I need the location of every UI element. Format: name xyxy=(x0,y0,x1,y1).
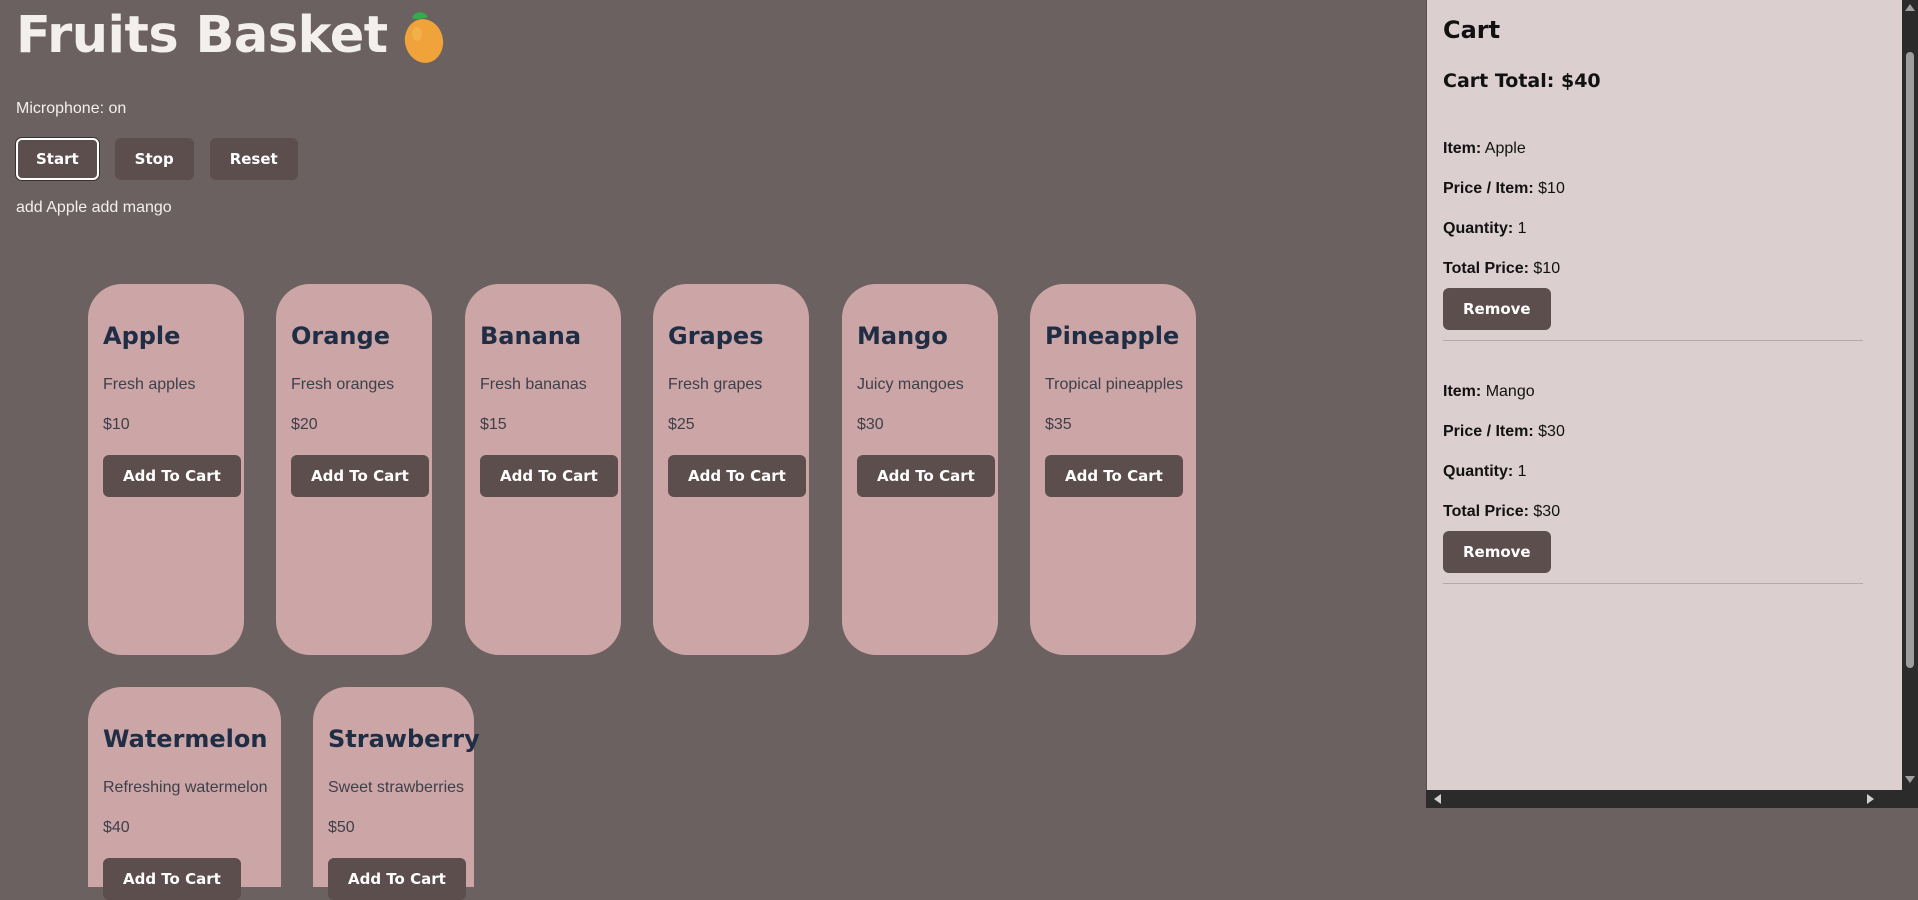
product-name: Orange xyxy=(291,322,390,350)
cart-item: Item: Mango Price / Item: $30 Quantity: … xyxy=(1443,383,1863,584)
product-card-pineapple: Pineapple Tropical pineapples $35 Add To… xyxy=(1030,284,1196,655)
vertical-scrollbar[interactable] xyxy=(1902,0,1918,808)
mango-icon xyxy=(400,8,446,64)
scroll-thumb[interactable] xyxy=(1906,52,1914,668)
product-name: Strawberry xyxy=(328,725,480,753)
product-name: Mango xyxy=(857,322,948,350)
cart-total-label: Cart Total: xyxy=(1443,70,1555,92)
microphone-status: Microphone: on xyxy=(16,100,127,117)
product-card-banana: Banana Fresh bananas $15 Add To Cart xyxy=(465,284,621,655)
product-price: $15 xyxy=(480,416,507,433)
cart-title: Cart xyxy=(1443,16,1501,44)
app-title: Fruits Basket xyxy=(16,6,446,65)
speech-transcript: add Apple add mango xyxy=(16,199,172,216)
product-card-strawberry: Strawberry Sweet strawberries $50 Add To… xyxy=(313,687,480,900)
cart-item-quantity: Quantity: 1 xyxy=(1443,220,1527,237)
product-card-grapes: Grapes Fresh grapes $25 Add To Cart xyxy=(653,284,809,655)
cart-item-total: Total Price: $10 xyxy=(1443,260,1561,277)
product-description: Sweet strawberries xyxy=(328,779,465,796)
product-price: $40 xyxy=(103,819,130,836)
product-card-apple: Apple Fresh apples $10 Add To Cart xyxy=(88,284,244,655)
product-price: $20 xyxy=(291,416,318,433)
cart-item-price: Price / Item: $30 xyxy=(1443,423,1565,440)
remove-button[interactable]: Remove xyxy=(1443,288,1551,330)
product-card-watermelon: Watermelon Refreshing watermelon $40 Add… xyxy=(88,687,281,900)
product-price: $30 xyxy=(857,416,884,433)
scroll-right-icon[interactable] xyxy=(1867,794,1874,804)
cart-panel: Cart Cart Total: $40 Item: Apple Price /… xyxy=(1426,0,1902,808)
add-to-cart-button[interactable]: Add To Cart xyxy=(480,455,618,497)
product-price: $35 xyxy=(1045,416,1072,433)
start-button[interactable]: Start xyxy=(16,138,99,180)
scroll-left-icon[interactable] xyxy=(1434,794,1441,804)
reset-button[interactable]: Reset xyxy=(209,138,298,180)
cart-item-name: Item: Mango xyxy=(1443,383,1535,400)
voice-controls: Start Stop Reset xyxy=(16,138,298,180)
add-to-cart-button[interactable]: Add To Cart xyxy=(291,455,429,497)
scroll-down-icon[interactable] xyxy=(1905,776,1915,783)
product-description: Juicy mangoes xyxy=(857,376,964,393)
add-to-cart-button[interactable]: Add To Cart xyxy=(103,455,241,497)
remove-button[interactable]: Remove xyxy=(1443,531,1551,573)
product-description: Fresh bananas xyxy=(480,376,587,393)
product-card-orange: Orange Fresh oranges $20 Add To Cart xyxy=(276,284,432,655)
product-name: Banana xyxy=(480,322,582,350)
product-card-mango: Mango Juicy mangoes $30 Add To Cart xyxy=(842,284,998,655)
cart-total-value: $40 xyxy=(1560,70,1601,92)
scroll-up-icon[interactable] xyxy=(1905,4,1915,11)
product-name: Grapes xyxy=(668,322,764,350)
horizontal-scrollbar[interactable] xyxy=(1426,790,1918,808)
product-name: Watermelon xyxy=(103,725,268,753)
product-name: Apple xyxy=(103,322,181,350)
cart-item-price: Price / Item: $10 xyxy=(1443,180,1565,197)
cart-item-name: Item: Apple xyxy=(1443,140,1526,157)
product-price: $10 xyxy=(103,416,130,433)
product-description: Fresh oranges xyxy=(291,376,395,393)
product-description: Refreshing watermelon xyxy=(103,779,268,796)
product-description: Fresh grapes xyxy=(668,376,763,393)
add-to-cart-button[interactable]: Add To Cart xyxy=(668,455,806,497)
stop-button[interactable]: Stop xyxy=(114,138,194,180)
product-price: $25 xyxy=(668,416,695,433)
cart-item-total: Total Price: $30 xyxy=(1443,503,1561,520)
product-name: Pineapple xyxy=(1045,322,1180,350)
add-to-cart-button[interactable]: Add To Cart xyxy=(857,455,995,497)
product-price: $50 xyxy=(328,819,355,836)
cart-total: Cart Total: $40 xyxy=(1443,70,1601,92)
add-to-cart-button[interactable]: Add To Cart xyxy=(328,858,466,900)
add-to-cart-button[interactable]: Add To Cart xyxy=(103,858,241,900)
cart-item-quantity: Quantity: 1 xyxy=(1443,463,1527,480)
cart-item: Item: Apple Price / Item: $10 Quantity: … xyxy=(1443,140,1863,341)
add-to-cart-button[interactable]: Add To Cart xyxy=(1045,455,1183,497)
app-title-text: Fruits Basket xyxy=(16,6,388,65)
product-description: Tropical pineapples xyxy=(1045,376,1184,393)
product-description: Fresh apples xyxy=(103,376,196,393)
